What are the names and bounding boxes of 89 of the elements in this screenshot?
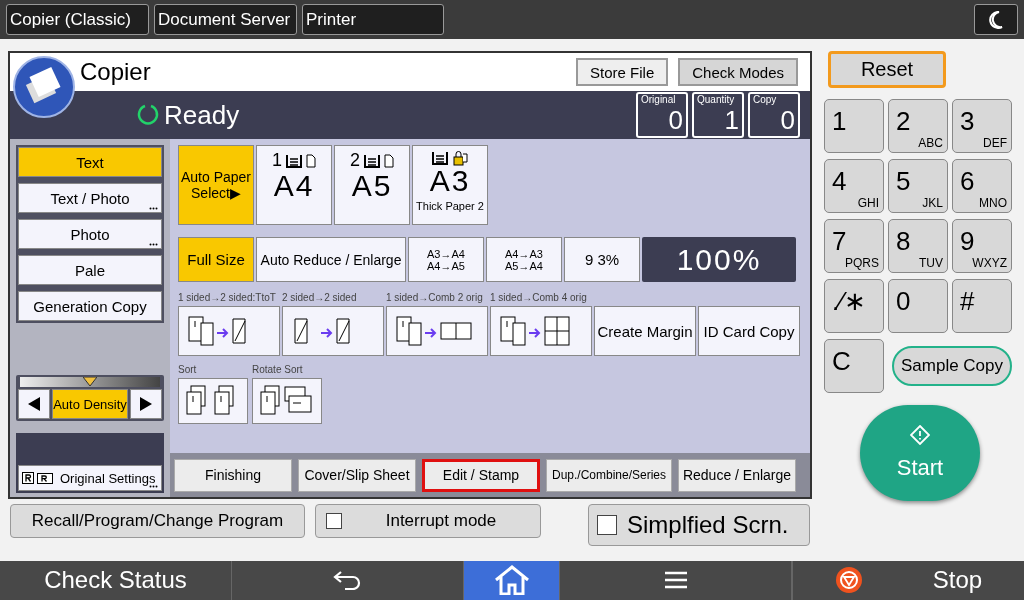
- auto-paper-select-button[interactable]: Auto Paper Select▶: [178, 145, 254, 226]
- back-icon: [332, 570, 363, 591]
- more-icon: [149, 243, 158, 247]
- sort-option-button[interactable]: [178, 378, 248, 425]
- page-icon: [306, 153, 316, 168]
- original-settings-button[interactable]: Original Settings: [18, 465, 162, 492]
- keypad-key[interactable]: 6 MNO: [952, 158, 1012, 213]
- menu-icon: [663, 570, 688, 591]
- original-type-button[interactable]: Photo: [18, 219, 162, 250]
- original-type-button[interactable]: Generation Copy: [18, 291, 162, 322]
- interrupt-mode-button[interactable]: Interrupt mode: [315, 504, 541, 539]
- more-icon: [149, 207, 158, 211]
- header-button[interactable]: Check Modes: [678, 58, 798, 87]
- right-arrow-icon: [140, 397, 152, 412]
- option-caption: 1 sided→2 sided:TtoT: [178, 292, 277, 306]
- function-tab[interactable]: Edit / Stamp: [422, 458, 540, 492]
- left-arrow-icon: [28, 397, 40, 412]
- function-tab[interactable]: Dup./Combine/Series: [546, 458, 672, 492]
- function-tab[interactable]: Finishing: [174, 458, 292, 492]
- home-button[interactable]: [464, 560, 560, 600]
- simplified-screen-button[interactable]: Simplfied Scrn.: [588, 504, 810, 547]
- stop-icon: [834, 566, 863, 595]
- copy-option-button[interactable]: Create Margin: [594, 306, 696, 357]
- tray-icon: [364, 153, 380, 168]
- keypad-key[interactable]: 3 DEF: [952, 98, 1012, 153]
- home-icon: [493, 565, 530, 596]
- counter-display: Quantity 1: [692, 92, 744, 139]
- lighter-button[interactable]: [18, 389, 50, 420]
- original-type-button[interactable]: Pale: [18, 255, 162, 286]
- paper-tray-button[interactable]: A3 Thick Paper 2: [412, 145, 488, 226]
- copy-option-button[interactable]: ID Card Copy: [698, 306, 800, 357]
- ratio-preset-button[interactable]: A3→A4 A4→A5: [408, 237, 484, 283]
- original-type-button[interactable]: Text / Photo: [18, 183, 162, 214]
- tray-icon: [432, 151, 448, 166]
- keypad-key[interactable]: 0: [888, 278, 948, 333]
- option-caption: Sort: [178, 364, 198, 378]
- keypad-key[interactable]: 9 WXYZ: [952, 218, 1012, 273]
- check-status-button[interactable]: Check Status: [0, 560, 232, 600]
- duplex-option-button[interactable]: [490, 306, 592, 357]
- keypad-key[interactable]: 7 PQRS: [824, 218, 884, 273]
- keypad-key[interactable]: 4 GHI: [824, 158, 884, 213]
- start-icon: [910, 424, 930, 445]
- tray-icon: [286, 153, 302, 168]
- lock-icon: [452, 150, 468, 167]
- keypad-key[interactable]: 8 TUV: [888, 218, 948, 273]
- app-tab[interactable]: Document Server: [154, 4, 297, 36]
- keypad-key[interactable]: 5 JKL: [888, 158, 948, 213]
- moon-icon: [989, 10, 1003, 29]
- recall-program-button[interactable]: Recall/Program/Change Program: [10, 504, 305, 539]
- function-tab[interactable]: Reduce / Enlarge: [678, 458, 796, 492]
- paper-tray-button[interactable]: 2 A5: [334, 145, 410, 226]
- option-caption: Rotate Sort: [252, 364, 304, 378]
- sort-option-button[interactable]: [252, 378, 322, 425]
- app-tab[interactable]: Printer: [302, 4, 444, 36]
- duplex-option-button[interactable]: [282, 306, 384, 357]
- keypad-key[interactable]: 1: [824, 98, 884, 153]
- ratio-button[interactable]: Auto Reduce / Enlarge: [256, 237, 406, 283]
- function-tab[interactable]: Cover/Slip Sheet: [298, 458, 416, 492]
- original-type-button[interactable]: Text: [18, 147, 162, 178]
- counter-display: Copy 0: [748, 92, 800, 139]
- paper-tray-button[interactable]: 1 A4: [256, 145, 332, 226]
- duplex-option-button[interactable]: [178, 306, 280, 357]
- sample-copy-button[interactable]: Sample Copy: [892, 345, 1012, 386]
- darker-button[interactable]: [130, 389, 162, 420]
- keypad-key[interactable]: 2 ABC: [888, 98, 948, 153]
- reset-button[interactable]: Reset: [828, 51, 946, 88]
- more-icon: [149, 485, 158, 489]
- clear-key[interactable]: C: [824, 338, 884, 393]
- option-caption: 2 sided→2 sided: [282, 292, 358, 306]
- app-tab[interactable]: Copier (Classic): [6, 4, 149, 36]
- ready-icon: [136, 103, 160, 128]
- status-text: Ready: [164, 99, 240, 131]
- ratio-button[interactable]: Full Size: [178, 237, 254, 283]
- counter-display: Original 0: [636, 92, 688, 139]
- stop-button[interactable]: Stop: [792, 560, 1024, 600]
- header-button[interactable]: Store File: [576, 58, 669, 87]
- simplified-checkbox[interactable]: [597, 515, 617, 536]
- ratio-button[interactable]: 9 3%: [564, 237, 640, 283]
- night-mode-button[interactable]: [974, 4, 1018, 36]
- page-icon: [384, 153, 394, 168]
- ratio-display: 100%: [642, 237, 796, 283]
- ratio-preset-button[interactable]: A4→A3 A5→A4: [486, 237, 562, 283]
- orientation-icon: [22, 472, 54, 485]
- keypad-key[interactable]: .∕∗: [824, 278, 884, 333]
- interrupt-checkbox[interactable]: [326, 513, 342, 530]
- app-title: Copier: [80, 58, 151, 87]
- auto-density-button[interactable]: Auto Density: [52, 389, 128, 420]
- keypad-key[interactable]: #: [952, 278, 1012, 333]
- duplex-option-button[interactable]: [386, 306, 488, 357]
